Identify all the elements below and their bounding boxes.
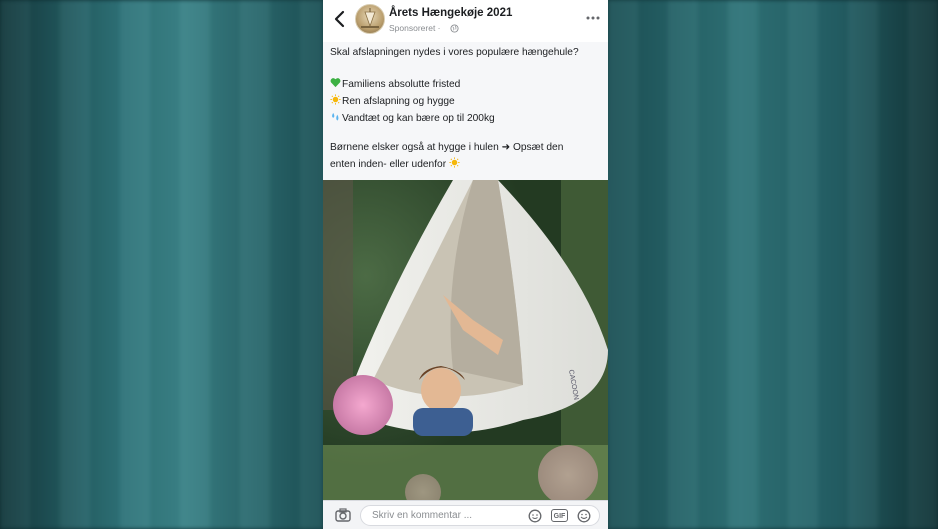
- post-header: Årets Hængekøje 2021 Sponsoreret ·: [323, 0, 608, 42]
- comment-bar: Skriv en kommentar ... GIF: [323, 500, 608, 529]
- closing-text: enten inden- eller udenfor: [330, 159, 449, 170]
- bullet-item-3: Vandtæt og kan bære op til 200kg: [330, 111, 602, 126]
- gif-icon[interactable]: GIF: [551, 509, 568, 522]
- bullet-text: Vandtæt og kan bære op til 200kg: [342, 113, 495, 124]
- globe-icon: [450, 24, 459, 33]
- post-closing-line-2: enten inden- eller udenfor: [330, 157, 602, 172]
- green-heart-icon: [330, 78, 341, 88]
- background-right: [608, 0, 938, 529]
- bullet-text: Familiens absolutte fristed: [342, 79, 461, 90]
- post-intro: Skal afslapningen nydes i vores populære…: [330, 47, 579, 58]
- more-options-icon[interactable]: [586, 16, 600, 20]
- hammock-logo-icon: [361, 8, 379, 28]
- camera-icon[interactable]: [335, 508, 351, 522]
- water-drops-icon: [332, 112, 339, 121]
- sun-icon: [330, 94, 341, 105]
- bullet-text: Ren afslapning og hygge: [342, 96, 455, 107]
- post-closing-line-1: Børnene elsker også at hygge i hulen ➜ O…: [330, 142, 564, 153]
- page-avatar[interactable]: [355, 4, 385, 34]
- comment-placeholder: Skriv en kommentar ...: [372, 510, 473, 521]
- facebook-post-screen: Årets Hængekøje 2021 Sponsoreret · Skal …: [323, 0, 608, 529]
- comment-input[interactable]: Skriv en kommentar ... GIF: [360, 505, 600, 526]
- sticker-icon[interactable]: [528, 509, 542, 523]
- page-name[interactable]: Årets Hængekøje 2021: [389, 7, 512, 19]
- sun-icon: [449, 157, 460, 168]
- back-arrow-icon[interactable]: [332, 10, 348, 28]
- emoji-smile-icon[interactable]: [577, 509, 591, 523]
- bullet-item-1: Familiens absolutte fristed: [330, 77, 602, 92]
- bullet-item-2: Ren afslapning og hygge: [330, 94, 602, 109]
- post-photo[interactable]: CACOON: [323, 180, 608, 500]
- background-left: [0, 0, 323, 529]
- sponsored-label: Sponsoreret ·: [389, 23, 441, 33]
- hanging-tent-photo: CACOON: [323, 180, 608, 500]
